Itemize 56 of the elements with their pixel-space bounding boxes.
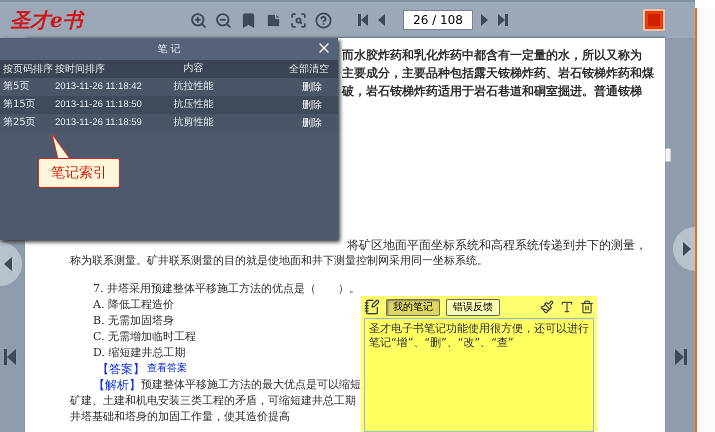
zoom-in-icon[interactable] — [190, 12, 207, 28]
trash-icon[interactable] — [580, 300, 594, 314]
text-line: 将矿区地面平面坐标系统和高程系统传递到井下的测量， — [347, 237, 647, 253]
panel-title: 笔 记 — [157, 43, 181, 56]
note-tab-button[interactable]: 我的笔记 — [386, 298, 440, 316]
analysis-label: 【解析】 — [93, 377, 141, 393]
last-page-icon[interactable] — [675, 349, 687, 365]
brush-icon[interactable] — [540, 300, 554, 314]
delete-button[interactable]: 删除 — [302, 80, 322, 94]
page-number-field[interactable]: 26 / 108 — [403, 10, 473, 30]
table-cell-text: 第25页 — [2, 116, 37, 130]
next-page-icon[interactable] — [481, 14, 488, 26]
stop-button[interactable] — [643, 9, 665, 31]
column-header: 内容 — [182, 62, 204, 76]
table-cell-text: 2013-11-26 11:18:59 — [54, 116, 143, 130]
table-cell-text: 抗拉性能 — [172, 80, 214, 94]
text-line: 破，岩石铵梯炸药适用于岩石巷道和硐室掘进。普通铵梯 — [342, 83, 642, 100]
app-logo: 圣才e书 — [10, 6, 86, 34]
option-text: A. 降低工程造价 — [93, 297, 174, 313]
previous-page-icon[interactable] — [378, 14, 385, 26]
clear-all-button[interactable]: 全部清空 — [286, 62, 332, 76]
table-cell-text: 2013-11-26 11:18:50 — [54, 98, 143, 112]
text-line: 井塔基础和塔身的加固工作量，使其造价提高 — [70, 409, 290, 425]
table-cell-text: 第15页 — [2, 98, 37, 112]
option-text: B. 无需加固塔身 — [93, 313, 174, 329]
last-page-icon[interactable] — [498, 14, 508, 26]
option-text: D. 缩短建井总工期 — [93, 345, 186, 361]
scroll-handle[interactable] — [665, 148, 671, 162]
note-tab-button[interactable]: 错误反馈 — [446, 298, 500, 316]
question-text: 7. 井塔采用预建整体平移施工方法的优点是（ ）。 — [93, 281, 360, 297]
previous-page-arrow-icon[interactable] — [0, 242, 22, 286]
bookmark-icon[interactable] — [240, 12, 257, 28]
answer-label: 【答案】 — [97, 361, 145, 377]
text-line: 主要成分，主要品种包括露天铵梯炸药、岩石铵梯炸药和煤 — [342, 65, 654, 82]
zoom-out-icon[interactable] — [215, 12, 232, 28]
text-line: 而水胶炸药和乳化炸药中都含有一定量的水，所以又称为 — [342, 47, 642, 64]
help-icon[interactable] — [315, 12, 332, 28]
first-page-icon[interactable] — [358, 14, 368, 26]
first-page-icon[interactable] — [4, 349, 16, 365]
delete-button[interactable]: 删除 — [302, 98, 322, 112]
table-cell-text: 2013-11-26 11:18:42 — [54, 80, 143, 94]
table-cell-text: 第5页 — [2, 80, 30, 94]
option-text: C. 无需增加临时工程 — [93, 329, 196, 345]
next-page-arrow-icon[interactable] — [673, 227, 695, 271]
note-pencil-icon[interactable] — [364, 299, 380, 315]
sticky-note-icon[interactable] — [265, 12, 282, 28]
show-answer-link[interactable]: 查看答案 — [147, 361, 187, 377]
table-cell-text: 抗压性能 — [172, 98, 214, 112]
text-icon[interactable] — [560, 300, 574, 314]
table-cell-text: 抗剪性能 — [172, 116, 214, 130]
text-line: 矿建、土建和机电安装三类工程的矛盾，可缩短建井总工期 — [70, 393, 356, 409]
note-text-area[interactable]: 圣才电子书笔记功能使用很方便，还可以进行笔记“增”、“删”、“改”、“查” — [364, 318, 594, 432]
delete-button[interactable]: 删除 — [302, 116, 322, 130]
search-icon[interactable] — [290, 12, 307, 28]
text-line: 称为联系测量。矿井联系测量的目的就是使地面和井下测量控制网采用同一坐标系统。 — [70, 253, 488, 269]
text-line: 预建整体平移施工方法的最大优点是可以缩短 — [141, 377, 361, 393]
